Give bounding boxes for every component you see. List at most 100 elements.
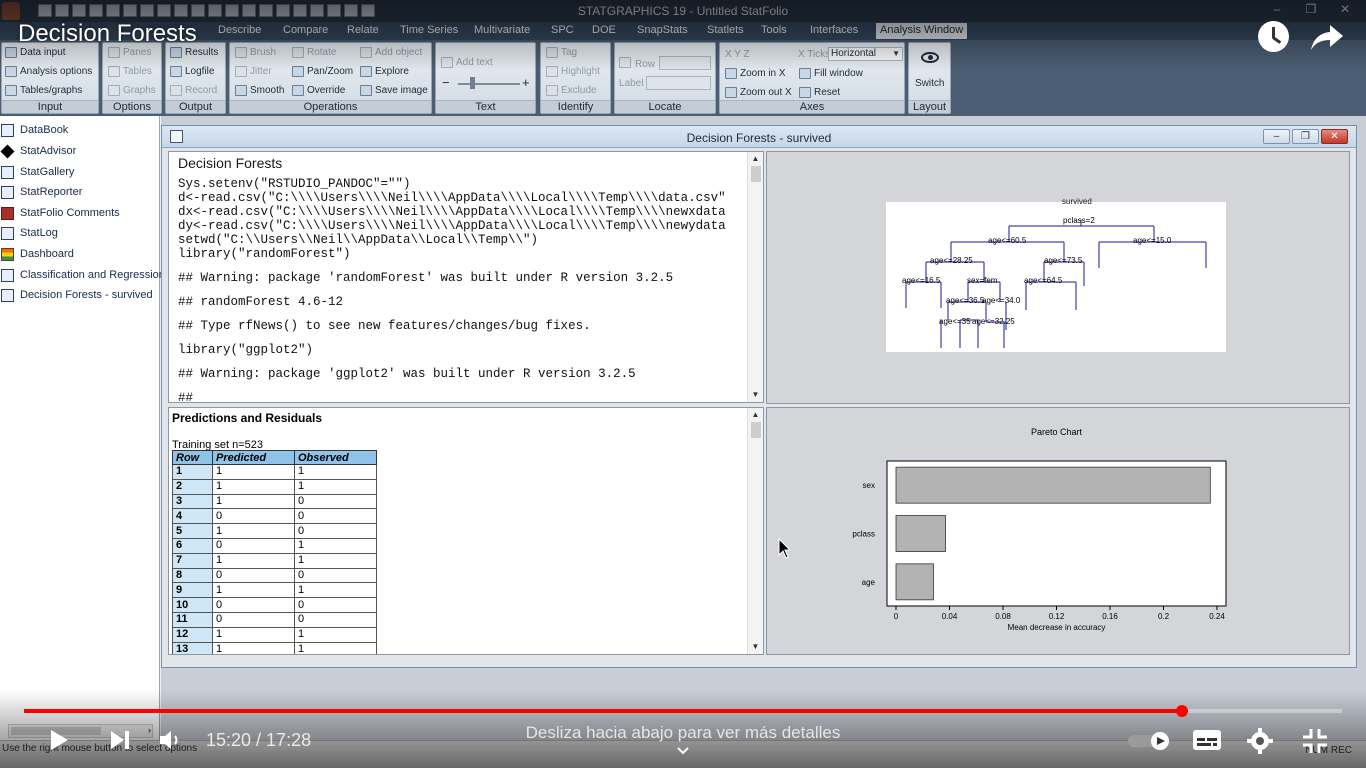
table-row[interactable]: 711 bbox=[172, 552, 377, 569]
column-header-predicted[interactable]: Predicted bbox=[212, 450, 295, 465]
smooth-button[interactable]: Smooth bbox=[235, 85, 284, 96]
tree-item-statadvisor[interactable]: StatAdvisor bbox=[0, 142, 76, 160]
table-row[interactable]: 400 bbox=[172, 508, 377, 525]
menu-snapstats[interactable]: SnapStats bbox=[633, 24, 692, 36]
menu-compare[interactable]: Compare bbox=[279, 24, 332, 36]
tree-item-statlog[interactable]: StatLog bbox=[0, 224, 58, 242]
exclude-button[interactable]: Exclude bbox=[546, 85, 597, 96]
autoplay-toggle[interactable] bbox=[1128, 732, 1172, 750]
share-icon[interactable] bbox=[1310, 22, 1344, 52]
scrollbar-thumb[interactable] bbox=[751, 166, 761, 182]
data-input-button[interactable]: Data input bbox=[5, 47, 66, 58]
minimize-button[interactable]: – bbox=[1260, 0, 1294, 20]
tree-item-dashboard[interactable]: Dashboard bbox=[0, 245, 74, 263]
subtitles-icon[interactable] bbox=[1192, 728, 1222, 752]
tag-button[interactable]: Tag bbox=[546, 47, 577, 58]
menu-analysis-window[interactable]: Analysis Window bbox=[876, 23, 968, 39]
ticks-dropdown[interactable]: Horizontal ▼ bbox=[828, 47, 903, 61]
scrollbar-thumb[interactable] bbox=[751, 422, 761, 438]
save-image-button[interactable]: Save image bbox=[360, 85, 428, 96]
switch-button[interactable]: Switch bbox=[915, 78, 944, 89]
menu-statlets[interactable]: Statlets bbox=[703, 24, 748, 36]
child-close-button[interactable]: ✕ bbox=[1321, 129, 1348, 144]
analysis-window-title-bar[interactable]: Decision Forests - survived – ❐ ✕ bbox=[162, 126, 1356, 148]
tree-item-classification-regression[interactable]: Classification and Regression bbox=[0, 266, 165, 284]
table-row[interactable]: 510 bbox=[172, 523, 377, 539]
text-size-increase-button[interactable]: + bbox=[522, 75, 530, 90]
column-header-row[interactable]: Row bbox=[172, 450, 213, 465]
settings-gear-icon[interactable] bbox=[1247, 728, 1273, 754]
predictions-pane[interactable]: Predictions and Residuals Training set n… bbox=[168, 407, 764, 655]
exit-fullscreen-icon[interactable] bbox=[1302, 728, 1328, 754]
tables-graphs-button[interactable]: Tables/graphs bbox=[5, 85, 82, 96]
video-title[interactable]: Decision Forests bbox=[18, 20, 197, 48]
chevron-up-icon[interactable]: ▲ bbox=[748, 408, 763, 422]
jitter-button[interactable]: Jitter bbox=[235, 66, 272, 77]
tables-button[interactable]: Tables bbox=[108, 66, 152, 77]
close-button[interactable]: ✕ bbox=[1328, 0, 1362, 20]
fill-window-button[interactable]: Fill window bbox=[799, 68, 863, 79]
table-row[interactable]: 310 bbox=[172, 493, 377, 510]
text-size-slider[interactable] bbox=[458, 83, 520, 85]
table-row[interactable]: 11 0 0 bbox=[172, 611, 377, 628]
panes-button[interactable]: Panes bbox=[108, 47, 151, 58]
tree-item-statreporter[interactable]: StatReporter bbox=[0, 183, 82, 201]
graphs-button[interactable]: Graphs bbox=[108, 85, 156, 96]
explore-button[interactable]: Explore bbox=[360, 66, 409, 77]
tree-item-databook[interactable]: DataBook bbox=[0, 121, 68, 139]
rotate-button[interactable]: Rotate bbox=[292, 47, 336, 58]
table-row[interactable]: 111 bbox=[172, 464, 377, 480]
zoom-out-x-button[interactable]: Zoom out X bbox=[725, 87, 792, 98]
output-vertical-scrollbar[interactable]: ▲ ▼ bbox=[747, 152, 763, 402]
tree-item-statgallery[interactable]: StatGallery bbox=[0, 163, 74, 181]
label-input[interactable] bbox=[646, 76, 711, 90]
child-maximize-button[interactable]: ❐ bbox=[1292, 129, 1319, 144]
child-minimize-button[interactable]: – bbox=[1263, 129, 1290, 144]
menu-multivariate[interactable]: Multivariate bbox=[470, 24, 534, 36]
menu-relate[interactable]: Relate bbox=[343, 24, 383, 36]
menu-tools[interactable]: Tools bbox=[757, 24, 791, 36]
table-row[interactable]: 911 bbox=[172, 582, 377, 599]
tree-item-decision-forests[interactable]: Decision Forests - survived bbox=[0, 286, 153, 304]
brush-button[interactable]: Brush bbox=[235, 47, 276, 58]
zoom-in-x-button[interactable]: Zoom in X bbox=[725, 68, 786, 79]
text-size-decrease-button[interactable]: − bbox=[442, 75, 450, 90]
predictions-vertical-scrollbar[interactable]: ▲ ▼ bbox=[747, 408, 763, 654]
add-text-button[interactable]: Add text bbox=[441, 57, 493, 68]
menu-doe[interactable]: DOE bbox=[588, 24, 620, 36]
override-button[interactable]: Override bbox=[292, 85, 345, 96]
pan-zoom-button[interactable]: Pan/Zoom bbox=[292, 66, 353, 77]
table-row[interactable]: 601 bbox=[172, 537, 377, 554]
menu-time-series[interactable]: Time Series bbox=[396, 24, 462, 36]
tree-item-statfolio-comments[interactable]: StatFolio Comments bbox=[0, 204, 120, 222]
column-header-observed[interactable]: Observed bbox=[294, 450, 377, 465]
chevron-down-icon[interactable]: ▼ bbox=[748, 388, 763, 402]
pareto-chart-pane[interactable]: Pareto Chart sex pclass age 0 0.04 0.08 0.12 0.1… bbox=[766, 407, 1350, 655]
add-object-button[interactable]: Add object bbox=[360, 47, 422, 58]
chevron-up-icon[interactable]: ▲ bbox=[748, 152, 763, 166]
axis-xyz-selector[interactable]: X Y Z bbox=[725, 49, 750, 60]
output-text-pane[interactable]: Decision Forests Sys.setenv("RSTUDIO_PAN… bbox=[168, 151, 764, 403]
table-row[interactable]: 800 bbox=[172, 567, 377, 584]
menu-interfaces[interactable]: Interfaces bbox=[806, 24, 862, 36]
analysis-options-button[interactable]: Analysis options bbox=[5, 66, 92, 77]
decision-tree-pane[interactable]: survived pclass=2 age<=60.5 age<=15.0 ag… bbox=[766, 151, 1350, 404]
table-row[interactable]: 211 bbox=[172, 478, 377, 495]
chevron-down-icon[interactable]: ▼ bbox=[748, 640, 763, 654]
table-row[interactable]: 10 0 0 bbox=[172, 597, 377, 613]
results-button[interactable]: Results bbox=[170, 47, 218, 58]
video-progress-scrubber[interactable] bbox=[1175, 705, 1188, 717]
highlight-button[interactable]: Highlight bbox=[546, 66, 600, 77]
reset-button[interactable]: Reset bbox=[799, 87, 840, 98]
watch-later-icon[interactable] bbox=[1258, 21, 1289, 52]
menu-spc[interactable]: SPC bbox=[547, 24, 578, 36]
video-progress-bar[interactable] bbox=[24, 705, 1342, 717]
chevron-down-icon[interactable] bbox=[676, 744, 690, 758]
menu-describe[interactable]: Describe bbox=[214, 24, 265, 36]
logfile-button[interactable]: Logfile bbox=[170, 66, 214, 77]
row-input[interactable] bbox=[659, 56, 711, 70]
table-row[interactable]: 13 1 1 bbox=[172, 641, 377, 654]
table-row[interactable]: 12 1 1 bbox=[172, 626, 377, 643]
record-button[interactable]: Record bbox=[170, 85, 217, 96]
text-size-slider-thumb[interactable] bbox=[470, 77, 475, 89]
